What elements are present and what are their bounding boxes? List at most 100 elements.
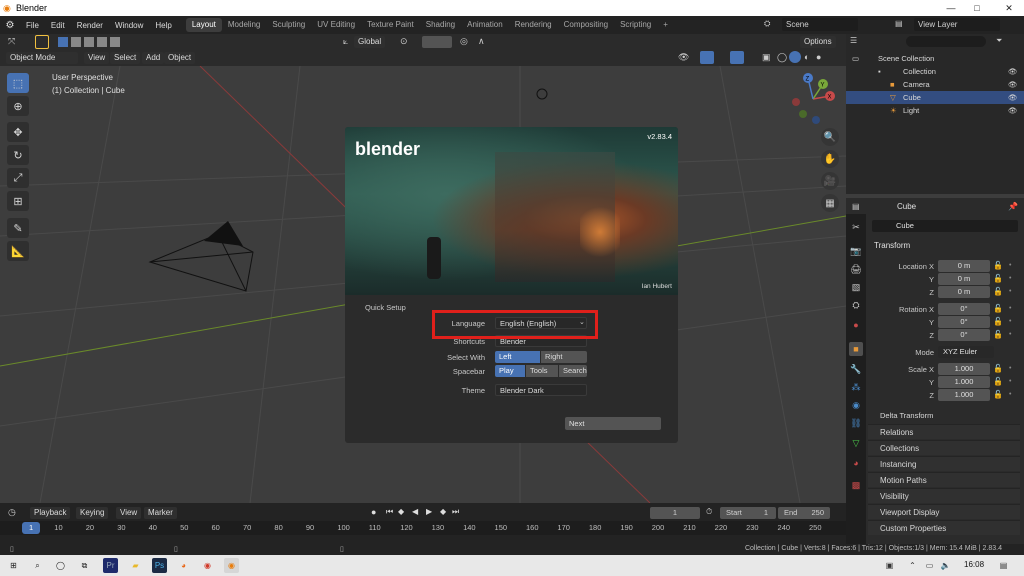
object-tab-icon[interactable]: ■	[849, 342, 863, 356]
file-explorer-icon[interactable]: ▰	[128, 558, 143, 573]
outliner-row-collection[interactable]: ▪ Collection 👁	[846, 65, 1024, 78]
lock-icon[interactable]: 🔓	[993, 304, 1003, 313]
menu-file[interactable]: File	[20, 21, 45, 30]
select-box-icon[interactable]	[35, 35, 49, 49]
falloff-icon[interactable]: ∧	[478, 36, 485, 47]
next-keyframe-icon[interactable]: ◆	[440, 507, 446, 516]
menu-help[interactable]: Help	[149, 21, 177, 30]
start-frame-field[interactable]: Start 1	[720, 507, 776, 519]
keyframe-dot-icon[interactable]: •	[1009, 391, 1011, 398]
lock-icon[interactable]: 🔓	[993, 330, 1003, 339]
tab-scripting[interactable]: Scripting	[614, 18, 657, 32]
keyframe-dot-icon[interactable]: •	[1009, 378, 1011, 385]
firefox-icon[interactable]: ◕	[176, 558, 191, 573]
theme-dropdown[interactable]: Blender Dark	[495, 384, 587, 396]
volume-icon[interactable]: 🔈	[938, 558, 953, 573]
chrome-icon[interactable]: ◉	[200, 558, 215, 573]
lock-icon[interactable]: 🔓	[993, 261, 1003, 270]
screenshot-tool-icon[interactable]: ▣	[882, 558, 897, 573]
end-frame-field[interactable]: End 250	[778, 507, 830, 519]
scale-x-field[interactable]: 1.000	[938, 363, 990, 375]
tab-modeling[interactable]: Modeling	[222, 18, 266, 32]
panel-custom-properties[interactable]: Custom Properties	[868, 520, 1020, 535]
lock-icon[interactable]: 🔓	[993, 274, 1003, 283]
keyframe-dot-icon[interactable]: •	[1009, 305, 1011, 312]
tab-sculpting[interactable]: Sculpting	[266, 18, 311, 32]
eye-icon[interactable]: 👁	[1008, 65, 1018, 78]
object-name-field[interactable]: Cube	[872, 220, 1018, 232]
keyframe-dot-icon[interactable]: •	[1009, 275, 1011, 282]
move-tool-icon[interactable]: ✥	[7, 122, 29, 142]
location-z-field[interactable]: 0 m	[938, 286, 990, 298]
keyframe-dot-icon[interactable]: •	[1009, 331, 1011, 338]
transform-tool-icon[interactable]: ⊞	[7, 191, 29, 211]
lock-icon[interactable]: 🔓	[993, 317, 1003, 326]
location-y-field[interactable]: 0 m	[938, 273, 990, 285]
zoom-icon[interactable]: 🔍	[821, 128, 839, 146]
world-tab-icon[interactable]: ●	[849, 318, 863, 332]
current-frame-field[interactable]: 1	[650, 507, 700, 519]
outliner-row-scene-collection[interactable]: ▭ Scene Collection	[846, 52, 1024, 65]
tray-up-icon[interactable]: ⌃	[905, 558, 920, 573]
search-icon[interactable]: ⌕	[30, 558, 45, 573]
menu-timeline-view[interactable]: View	[116, 507, 142, 519]
transform-orientation-dropdown[interactable]: Global	[354, 36, 386, 48]
premiere-icon[interactable]: Pr	[103, 558, 118, 573]
keyframe-dot-icon[interactable]: •	[1009, 318, 1011, 325]
scene-selector[interactable]: Scene	[782, 18, 858, 31]
blender-menu-icon[interactable]: ⚙	[0, 20, 20, 31]
panel-motion-paths[interactable]: Motion Paths	[868, 472, 1020, 487]
menu-window[interactable]: Window	[109, 21, 149, 30]
proportional-edit-icon[interactable]: ◎	[460, 36, 468, 47]
scale-z-field[interactable]: 1.000	[938, 389, 990, 401]
jump-end-icon[interactable]: ⏭	[452, 507, 459, 517]
task-view-icon[interactable]: ⧉	[77, 558, 92, 573]
maximize-button[interactable]: □	[962, 0, 992, 16]
select-mode-new-icon[interactable]	[58, 37, 68, 47]
cortana-icon[interactable]: ◯	[53, 558, 68, 573]
tab-layout[interactable]: Layout	[185, 18, 222, 32]
rotate-tool-icon[interactable]: ↻	[7, 145, 29, 165]
annotate-tool-icon[interactable]: ✎	[7, 218, 29, 238]
location-x-field[interactable]: 0 m	[938, 260, 990, 272]
eye-icon[interactable]: 👁	[1008, 78, 1018, 91]
tab-shading[interactable]: Shading	[420, 18, 461, 32]
particles-tab-icon[interactable]: ⁂	[849, 380, 863, 394]
keyframe-dot-icon[interactable]: •	[1009, 365, 1011, 372]
camera-view-icon[interactable]: 🎥	[821, 172, 839, 190]
render-tab-icon[interactable]: 📷	[849, 244, 863, 258]
pan-hand-icon[interactable]: ✋	[821, 150, 839, 168]
timeline-ruler[interactable]: 1 10 20 30 40 50 60 70 80 90 100 110 120 130 140 150 160…	[0, 521, 846, 535]
notifications-icon[interactable]: ▤	[996, 558, 1011, 573]
close-button[interactable]: ✕	[994, 0, 1024, 16]
add-workspace-button[interactable]: +	[657, 18, 674, 32]
clock-icon[interactable]: ⏱	[706, 507, 712, 517]
play-icon[interactable]: ▶	[426, 507, 432, 516]
rotation-y-field[interactable]: 0°	[938, 316, 990, 328]
outliner-row-cube[interactable]: ▽ Cube 👁	[846, 91, 1024, 104]
solid-shading-icon[interactable]	[789, 51, 801, 63]
keyframe-dot-icon[interactable]: •	[1009, 288, 1011, 295]
material-shading-icon[interactable]: ◐	[804, 52, 809, 62]
outliner-row-light[interactable]: ☀ Light 👁	[846, 104, 1024, 117]
pivot-point-icon[interactable]: ⊙	[400, 36, 408, 47]
xray-icon[interactable]: ▣	[762, 52, 771, 63]
select-right-button[interactable]: Right	[541, 351, 587, 363]
rotation-z-field[interactable]: 0°	[938, 329, 990, 341]
tab-animation[interactable]: Animation	[461, 18, 509, 32]
menu-marker[interactable]: Marker	[144, 507, 177, 519]
output-tab-icon[interactable]: 🖨	[849, 262, 863, 276]
snap-toggle[interactable]	[422, 36, 452, 48]
record-icon[interactable]: ●	[371, 507, 376, 517]
lock-icon[interactable]: 🔓	[993, 377, 1003, 386]
texture-tab-icon[interactable]: ▩	[849, 478, 863, 492]
outliner-search-input[interactable]	[906, 36, 986, 47]
select-mode-subtract-icon[interactable]	[84, 37, 94, 47]
photoshop-icon[interactable]: Ps	[152, 558, 167, 573]
view-layer-selector[interactable]: View Layer	[914, 18, 1000, 31]
select-mode-extend-icon[interactable]	[71, 37, 81, 47]
spacebar-tools-button[interactable]: Tools	[526, 365, 558, 377]
lock-icon[interactable]: 🔓	[993, 364, 1003, 373]
outliner-editor-icon[interactable]: ☰	[850, 36, 857, 45]
menu-playback[interactable]: Playback	[30, 507, 71, 519]
